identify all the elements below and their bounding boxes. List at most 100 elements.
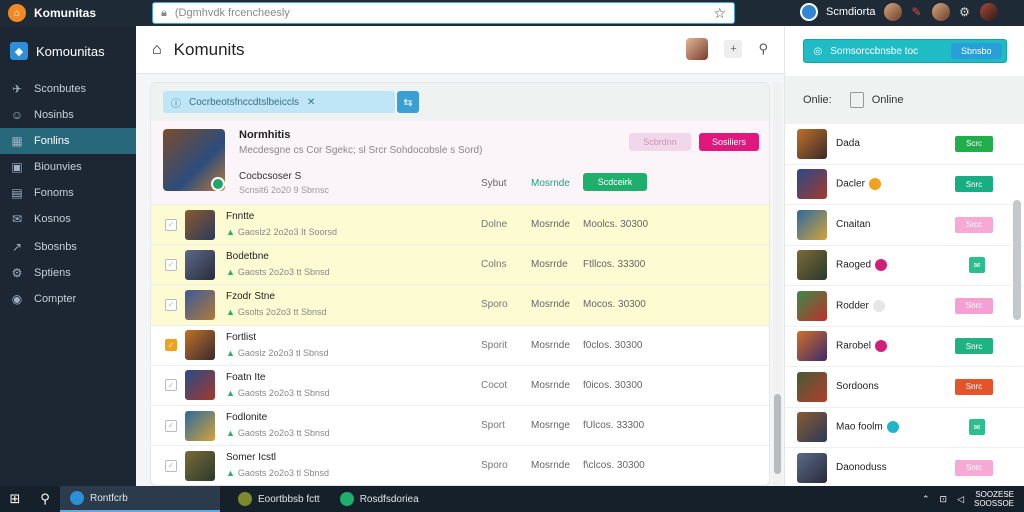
friend-action-button[interactable]: Snrc bbox=[955, 297, 993, 314]
friend-name-wrap: Dada bbox=[836, 138, 860, 149]
friend-action-button[interactable]: Snrc bbox=[955, 176, 993, 193]
sidebar-item-label: Kosnos bbox=[34, 213, 71, 225]
list-scrollbar[interactable] bbox=[773, 82, 782, 486]
sidebar-item-0[interactable]: ✈ Sconbutes bbox=[0, 76, 136, 102]
row-count: Ftllcos. 33300 bbox=[583, 259, 646, 271]
add-icon[interactable]: + bbox=[724, 40, 743, 58]
row-checkbox[interactable]: ✓ bbox=[165, 419, 177, 432]
clear-icon[interactable]: ✕ bbox=[307, 97, 315, 108]
table-row[interactable]: ✓ Fodlonite ▲ Gaosts 2o2o3 tt Sbnsd Sport… bbox=[151, 406, 769, 447]
search-go-button[interactable]: ⇆ bbox=[397, 91, 419, 113]
sidebar-item-7[interactable]: ⚙ Sptiens bbox=[0, 260, 136, 286]
featured-description: Mecdesgne cs Cor Sgekc; sl Srcr Sohdocob… bbox=[239, 145, 483, 156]
profile-logo-icon[interactable] bbox=[800, 3, 818, 21]
row-meta-text: Gsolts 2o2o3 tt Sbnsd bbox=[237, 307, 327, 318]
friend-action-button[interactable]: Snrc bbox=[955, 338, 993, 355]
right-action-button[interactable]: ◎ Somsorccbnsbe toc Sbnsbo bbox=[802, 39, 1007, 63]
row-meta: ▲ Gaosts 2o2o3 tl Sbnsd bbox=[226, 468, 329, 478]
row-checkbox[interactable]: ✓ bbox=[165, 298, 177, 311]
featured-light-button[interactable]: Scbrdnn bbox=[629, 133, 691, 151]
friend-item[interactable]: Daonoduss Sntc bbox=[785, 448, 1024, 489]
row-meta-text: Gaoslz2 2o2o3 It Soorsd bbox=[237, 227, 337, 237]
tag-icon: ▲ bbox=[226, 307, 235, 318]
online-toggle[interactable]: Online bbox=[849, 92, 904, 108]
volume-icon[interactable]: ◁ bbox=[957, 494, 964, 505]
taskbar-search-icon[interactable]: ⚲ bbox=[30, 486, 60, 512]
sidebar-item-label: Sconbutes bbox=[34, 83, 86, 95]
row-checkbox[interactable]: ✓ bbox=[165, 339, 177, 352]
sidebar-item-1[interactable]: ☺ Nosinbs bbox=[0, 102, 136, 128]
featured-pink-button[interactable]: Sosiliers bbox=[699, 133, 759, 151]
taskbar-app[interactable]: Rosdfsdoriea bbox=[330, 486, 429, 512]
friend-action-button[interactable]: Snrc bbox=[955, 378, 993, 395]
bookmark-star-icon[interactable]: ☆ bbox=[713, 5, 726, 22]
notification-icon[interactable]: ✎ bbox=[910, 5, 924, 19]
gear-icon: ⚙ bbox=[11, 266, 23, 280]
friend-item[interactable]: Rarobel Snrc bbox=[785, 327, 1024, 367]
settings-icon[interactable]: ⚙ bbox=[958, 5, 972, 19]
sidebar-brand[interactable]: ◆ Komounitas bbox=[0, 26, 136, 76]
home-icon[interactable]: ⌂ bbox=[152, 41, 162, 59]
friend-item[interactable]: Rodder Snrc bbox=[785, 286, 1024, 327]
table-row[interactable]: ✓ Bodetbne ▲ Gaosts 2o2o3 tt Sbnsd Colns … bbox=[151, 245, 769, 286]
chevron-up-icon[interactable]: ⌃ bbox=[922, 494, 930, 505]
row-checkbox[interactable]: ✓ bbox=[165, 459, 177, 472]
taskbar-app[interactable]: Eoortbbsb fctt bbox=[228, 486, 330, 512]
friend-action-label: Sntc bbox=[965, 463, 982, 473]
featured-join-button[interactable]: Scdceirk bbox=[583, 173, 647, 191]
sidebar-item-8[interactable]: ◉ Compter bbox=[0, 286, 136, 312]
sidebar-menu: ✈ Sconbutes ☺ Nosinbs ▦ Fonlins ▣ Biounvies… bbox=[0, 76, 136, 312]
mail-icon: ✉ bbox=[11, 212, 23, 226]
friend-item[interactable]: Sordoons Snrc bbox=[785, 367, 1024, 408]
table-row[interactable]: ✓ Fnntte ▲ Gaoslz2 2o2o3 It Soorsd Dolne … bbox=[151, 205, 769, 246]
app-brand[interactable]: ⌂ Komunitas bbox=[0, 4, 150, 22]
profile-name[interactable]: Scmdiorta bbox=[826, 6, 876, 18]
friend-item[interactable]: Raoged ✉ bbox=[785, 246, 1024, 286]
friend-name: Dacler bbox=[836, 178, 865, 190]
sidebar-item-4[interactable]: ▤ Fonoms bbox=[0, 180, 136, 206]
table-row[interactable]: ✓ Fortlist ▲ Gaoslz 2o2o3 tl Sbnsd Sporit… bbox=[151, 326, 769, 366]
friend-item[interactable]: Mao foolm ✉ bbox=[785, 408, 1024, 448]
network-icon[interactable]: ⊡ bbox=[940, 494, 948, 505]
friend-name: Daonoduss bbox=[836, 462, 887, 474]
community-list-panel: ⓘ Cocrbeotsfnccdtslbeiccls ✕ ⇆ Normhitis… bbox=[150, 82, 770, 486]
featured-community[interactable]: Normhitis Mecdesgne cs Cor Sgekc; sl Src… bbox=[151, 121, 769, 205]
table-row[interactable]: ✓ Fzodr Stne ▲ Gsolts 2o2o3 tt Sbnsd Spor… bbox=[151, 285, 769, 326]
table-row[interactable]: ✓ Foatn Ite ▲ Gaosts 2o2o3 tt Sbnsd Cocot… bbox=[151, 366, 769, 406]
windows-start-icon[interactable]: ⊞ bbox=[0, 486, 30, 512]
search-icon[interactable]: ⚲ bbox=[758, 41, 768, 57]
friend-item[interactable]: Cnaitan Srcc bbox=[785, 205, 1024, 246]
row-thumbnail bbox=[185, 330, 215, 361]
row-checkbox[interactable]: ✓ bbox=[165, 379, 177, 392]
address-bar[interactable]: 🔒︎ (Dgmhvdk frcencheesly ☆ bbox=[152, 2, 735, 24]
row-checkbox[interactable]: ✓ bbox=[165, 258, 177, 271]
status-badge-icon bbox=[875, 340, 888, 353]
sidebar-item-3[interactable]: ▣ Biounvies bbox=[0, 154, 136, 180]
info-icon: ⓘ bbox=[171, 98, 181, 110]
friend-item[interactable]: Dada Scrc bbox=[785, 124, 1024, 165]
friend-action-button[interactable]: Srcc bbox=[955, 216, 993, 233]
right-action-pill[interactable]: Sbnsbo bbox=[950, 43, 1002, 59]
search-input[interactable]: ⓘ Cocrbeotsfnccdtslbeiccls ✕ bbox=[163, 91, 395, 113]
sidebar-item-2[interactable]: ▦ Fonlins bbox=[0, 128, 136, 154]
list-scroll-thumb[interactable] bbox=[774, 394, 781, 474]
friend-action-button[interactable]: ✉ bbox=[969, 257, 985, 274]
friend-avatar bbox=[797, 412, 827, 443]
sidebar-item-6[interactable]: ↗ Sbosnbs bbox=[0, 234, 136, 260]
table-row[interactable]: ✓ Somer Icstl ▲ Gaosts 2o2o3 tl Sbnsd Spo… bbox=[151, 446, 769, 485]
friend-action-label: Snrc bbox=[965, 382, 983, 392]
clock[interactable]: SOOZESE SOOSSOE bbox=[974, 490, 1014, 508]
sidebar-item-5[interactable]: ✉ Kosnos bbox=[0, 206, 136, 232]
friend-avatar[interactable] bbox=[931, 3, 950, 21]
user-avatar[interactable] bbox=[883, 3, 902, 21]
taskbar-app[interactable]: Rontfcrb bbox=[60, 486, 220, 512]
row-checkbox[interactable]: ✓ bbox=[165, 218, 177, 231]
header-avatar[interactable] bbox=[686, 38, 709, 60]
friend-item[interactable]: Dacler Snrc bbox=[785, 165, 1024, 205]
account-avatar[interactable] bbox=[979, 3, 998, 21]
friend-action-button[interactable]: ✉ bbox=[969, 419, 985, 436]
featured-status: Sybut bbox=[481, 178, 507, 189]
friend-action-button[interactable]: Sntc bbox=[955, 459, 993, 476]
friend-action-button[interactable]: Scrc bbox=[955, 135, 993, 152]
right-scrollbar[interactable] bbox=[1013, 200, 1021, 320]
